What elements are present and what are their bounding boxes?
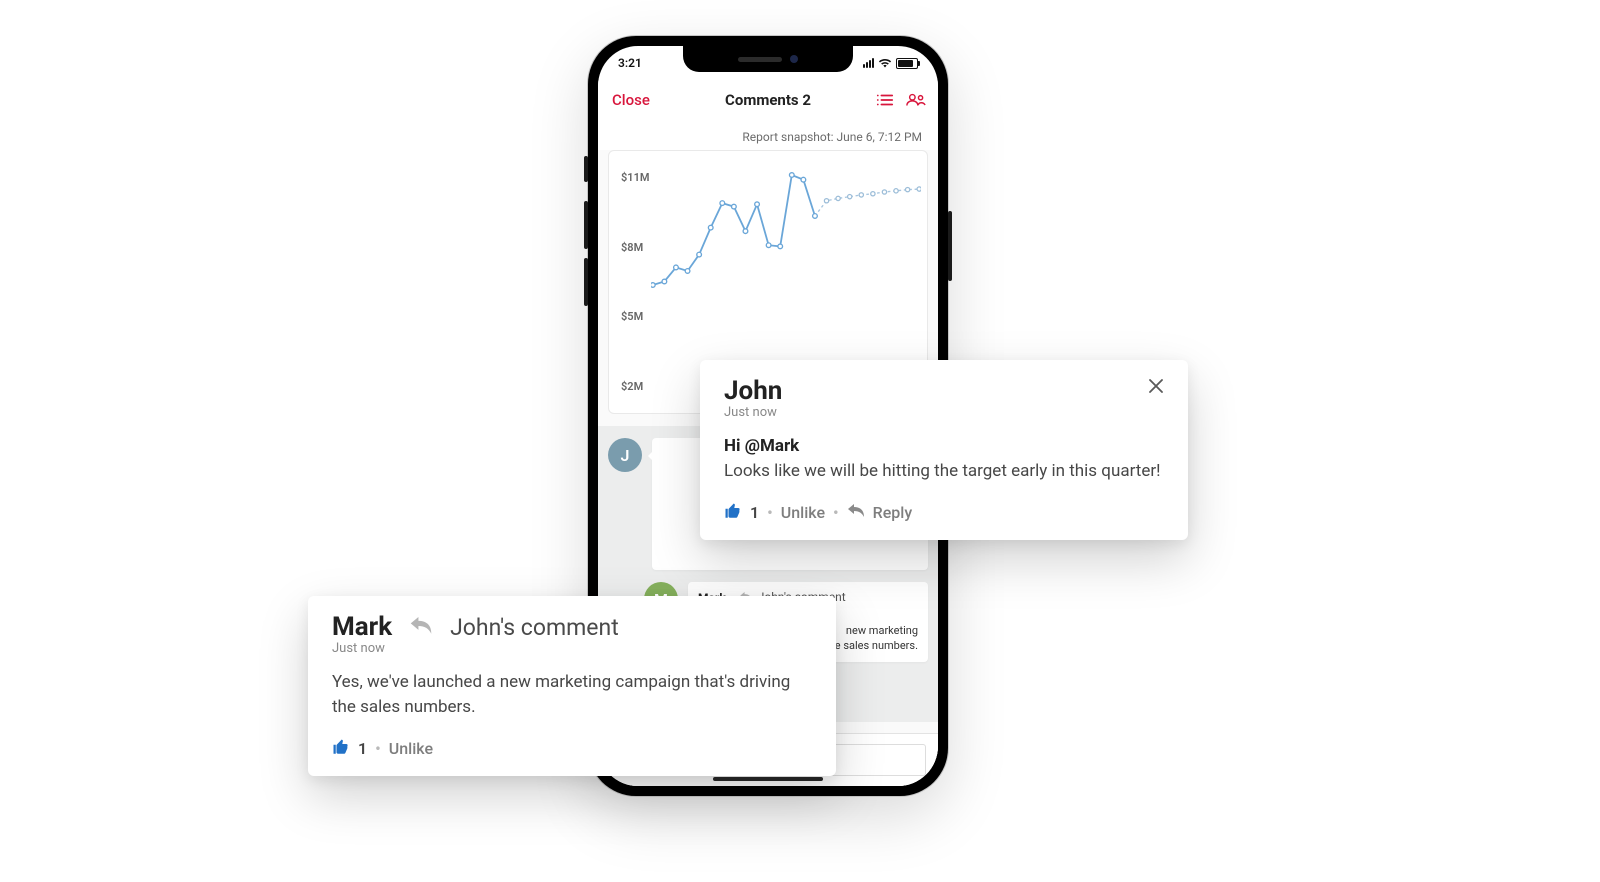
comment-actions: 1 • Unlike xyxy=(332,738,812,760)
reply-arrow-icon xyxy=(847,503,865,522)
power-button xyxy=(948,211,952,281)
snapshot-label: Report snapshot: June 6, 7:12 PM xyxy=(598,120,938,150)
like-count: 1 xyxy=(750,503,759,522)
chart-tick: $2M xyxy=(621,380,649,393)
chart-tick: $8M xyxy=(621,241,649,254)
list-icon[interactable] xyxy=(876,93,894,107)
reply-arrow-icon xyxy=(410,617,432,639)
author-name: Mark xyxy=(332,614,392,641)
timestamp: Just now xyxy=(724,405,782,420)
nav-header: Close Comments 2 xyxy=(598,80,938,121)
timestamp: Just now xyxy=(332,641,812,656)
close-icon[interactable] xyxy=(1148,378,1164,398)
unlike-button[interactable]: Unlike xyxy=(389,739,433,758)
chart-y-axis: $11M $8M $5M $2M xyxy=(621,151,649,413)
reply-button[interactable]: Reply xyxy=(873,503,913,522)
status-icons xyxy=(863,58,918,69)
body-text: Looks like we will be hitting the target… xyxy=(724,461,1160,481)
avatar: J xyxy=(608,438,642,472)
battery-icon xyxy=(896,58,918,69)
volume-down-button xyxy=(584,258,588,306)
chart-tick: $5M xyxy=(621,310,649,323)
wifi-icon xyxy=(878,58,892,68)
author-name: John xyxy=(724,378,782,405)
body-line: the sales numbers. xyxy=(825,639,918,652)
comment-body: Yes, we've launched a new marketing camp… xyxy=(332,670,812,719)
page-title: Comments 2 xyxy=(725,91,811,109)
status-time: 3:21 xyxy=(618,56,642,70)
unlike-button[interactable]: Unlike xyxy=(781,503,825,522)
body-line: new marketing xyxy=(846,624,918,637)
like-icon[interactable] xyxy=(332,738,350,760)
body-text: Yes, we've launched a new marketing camp… xyxy=(332,672,790,717)
close-button[interactable]: Close xyxy=(612,91,650,109)
home-indicator xyxy=(713,777,823,781)
people-icon[interactable] xyxy=(906,93,926,107)
chart-tick: $11M xyxy=(621,171,649,184)
comment-actions: 1 • Unlike • Reply xyxy=(724,502,1164,524)
phone-notch xyxy=(683,46,853,72)
stage: 3:21 Close Comments 2 xyxy=(0,0,1600,882)
separator: • xyxy=(375,739,381,758)
mention: Hi @Mark xyxy=(724,436,799,456)
cellular-icon xyxy=(863,58,874,68)
mute-switch xyxy=(584,156,588,182)
separator: • xyxy=(767,503,773,522)
comment-body: Hi @Mark Looks like we will be hitting t… xyxy=(724,434,1164,483)
like-icon[interactable] xyxy=(724,502,742,524)
like-count: 1 xyxy=(358,739,367,758)
reply-context: John's comment xyxy=(450,614,619,641)
popout-comment-mark: Mark John's comment Just now Yes, we've … xyxy=(308,596,836,776)
chart-canvas xyxy=(651,159,921,294)
popout-comment-john: John Just now Hi @Mark Looks like we wil… xyxy=(700,360,1188,540)
volume-up-button xyxy=(584,201,588,249)
separator: • xyxy=(833,503,839,522)
